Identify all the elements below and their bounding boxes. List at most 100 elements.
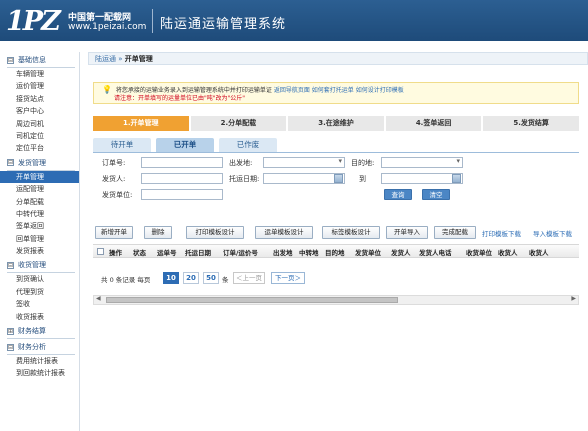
- collapse-icon[interactable]: ⊟: [7, 56, 14, 64]
- print-template-button[interactable]: 打印模板设计: [186, 226, 244, 239]
- dest-select[interactable]: [381, 157, 463, 168]
- print-template-download-link[interactable]: 打印模板下载: [482, 228, 521, 238]
- sidebar-item[interactable]: 司机定位: [0, 130, 79, 142]
- sidebar-section-0[interactable]: ⊟ 基础信息: [0, 52, 79, 68]
- new-order-button[interactable]: 新增开单: [95, 226, 133, 239]
- date-to-label: 到: [359, 175, 366, 183]
- section-divider: [7, 272, 75, 274]
- sidebar-item[interactable]: 签单返回: [0, 220, 79, 232]
- sidebar-section-4[interactable]: ⊟ 财务分析: [0, 339, 79, 356]
- column-header[interactable]: 出发地: [273, 247, 293, 257]
- sidebar-item[interactable]: 回单管理: [0, 233, 79, 245]
- sidebar-item[interactable]: 发货报表: [0, 245, 79, 257]
- sidebar-item[interactable]: 开单管理: [0, 170, 79, 184]
- column-header[interactable]: 收货人: [529, 247, 549, 257]
- collapse-icon[interactable]: ⊟: [7, 159, 14, 167]
- tab-1[interactable]: 已开单: [156, 138, 214, 152]
- sidebar-item[interactable]: 到回款统计报表: [0, 367, 79, 379]
- page-size-10[interactable]: 10: [163, 272, 179, 284]
- workflow-step-4[interactable]: 4.签单返回: [385, 116, 482, 131]
- breadcrumb-parent[interactable]: 陆运通: [95, 55, 116, 63]
- sidebar-item[interactable]: 到货确认: [0, 273, 79, 285]
- expand-icon[interactable]: ⊞: [7, 327, 14, 335]
- column-header[interactable]: 中转地: [299, 247, 319, 257]
- select-all-checkbox[interactable]: [97, 248, 104, 255]
- sender-unit-label: 发货单位:: [102, 191, 133, 199]
- sidebar-section-1[interactable]: ⊟ 发货管理: [0, 155, 79, 171]
- clear-button[interactable]: 清空: [422, 189, 450, 200]
- sidebar-section-title: 基础信息: [18, 56, 46, 64]
- delete-button[interactable]: 删除: [144, 226, 172, 239]
- origin-select[interactable]: [263, 157, 345, 168]
- scroll-right-icon[interactable]: ▶: [571, 295, 576, 302]
- calendar-icon[interactable]: [334, 174, 343, 183]
- sidebar-item[interactable]: 周边司机: [0, 118, 79, 130]
- table-header: 操作 状态 运单号 托运日期 订单/运价号 出发地 中转地 目的地 发货单位 发货人 发货人电话 收货…: [93, 244, 579, 258]
- sidebar-item[interactable]: 车辆管理: [0, 68, 79, 80]
- sidebar-item[interactable]: 代理到货: [0, 286, 79, 298]
- column-header[interactable]: 状态: [133, 247, 146, 257]
- column-header[interactable]: 收货单位: [466, 247, 492, 257]
- ship-date-to[interactable]: [381, 173, 463, 184]
- complete-loading-button[interactable]: 完成配载: [434, 226, 476, 239]
- workflow-step-1[interactable]: 1.开单管理: [93, 116, 189, 131]
- collapse-icon[interactable]: ⊟: [7, 261, 14, 269]
- page-size-20[interactable]: 20: [183, 272, 199, 284]
- order-no-label: 订单号:: [102, 159, 126, 167]
- sidebar-item[interactable]: 定位平台: [0, 142, 79, 154]
- sidebar-item[interactable]: 中转代理: [0, 208, 79, 220]
- sidebar-item[interactable]: 运价管理: [0, 80, 79, 92]
- waybill-template-button[interactable]: 运单模板设计: [255, 226, 313, 239]
- tab-0[interactable]: 待开单: [93, 138, 151, 152]
- import-order-button[interactable]: 开单导入: [386, 226, 428, 239]
- scroll-left-icon[interactable]: ◀: [96, 295, 101, 302]
- column-header[interactable]: 收货人: [498, 247, 518, 257]
- logo-mark: 1PZ: [6, 6, 61, 37]
- sidebar-item[interactable]: 收货报表: [0, 311, 79, 323]
- column-header[interactable]: 托运日期: [185, 247, 211, 257]
- notice-link-template[interactable]: 如何设计打印模板: [356, 87, 404, 94]
- horizontal-scrollbar[interactable]: ◀ ▶: [93, 295, 579, 305]
- order-no-input[interactable]: [141, 157, 223, 168]
- workflow-step-5[interactable]: 5.发货结算: [483, 116, 579, 131]
- sidebar: ⊟ 基础信息车辆管理 运价管理 接货站点 客户中心 周边司机 司机定位 定位平台 ⊟ 发货管理 开单…: [0, 52, 80, 431]
- column-header[interactable]: 订单/运价号: [223, 247, 258, 257]
- section-divider: [7, 169, 75, 171]
- column-header[interactable]: 发货人: [391, 247, 411, 257]
- sidebar-item[interactable]: 接货站点: [0, 93, 79, 105]
- next-page-button[interactable]: 下一页＞: [271, 272, 305, 284]
- column-header[interactable]: 发货人电话: [419, 247, 452, 257]
- column-header[interactable]: 运单号: [157, 247, 177, 257]
- sidebar-item[interactable]: 运配管理: [0, 183, 79, 195]
- sender-unit-input[interactable]: [141, 189, 223, 200]
- lightbulb-icon: 💡: [102, 85, 112, 94]
- ship-date-from[interactable]: [263, 173, 345, 184]
- sidebar-item[interactable]: 分单配载: [0, 196, 79, 208]
- column-header[interactable]: 操作: [109, 247, 122, 257]
- toolbar: 新增开单 删除 打印模板设计 运单模板设计 标签模板设计 开单导入 完成配载 打…: [93, 226, 579, 240]
- sidebar-section-2[interactable]: ⊟ 收货管理: [0, 257, 79, 274]
- sender-label: 发货人:: [102, 175, 126, 183]
- column-header[interactable]: 发货单位: [355, 247, 381, 257]
- scrollbar-thumb[interactable]: [106, 297, 398, 303]
- notice-box: 💡 将您承接的运输业务录入到运输管理系统中并打印运输单证 返回导航页面 如何套打…: [93, 82, 579, 104]
- sidebar-section-3[interactable]: ⊞ 财务结算: [0, 323, 79, 340]
- label-template-button[interactable]: 标签模板设计: [322, 226, 380, 239]
- import-template-download-link[interactable]: 导入模板下载: [533, 228, 572, 238]
- workflow-step-2[interactable]: 2.分单配载: [190, 116, 287, 131]
- calendar-icon[interactable]: [452, 174, 461, 183]
- notice-link-print[interactable]: 如何套打托运单: [312, 87, 354, 94]
- sidebar-item[interactable]: 费用统计报表: [0, 355, 79, 367]
- column-header[interactable]: 目的地: [325, 247, 345, 257]
- prev-page-button[interactable]: ＜上一页: [233, 272, 265, 284]
- workflow-step-3[interactable]: 3.在途维护: [288, 116, 384, 131]
- pager: 共 0 条记录 每页 10 20 50 条 ＜上一页 下一页＞: [93, 272, 579, 288]
- tab-2[interactable]: 已作废: [219, 138, 277, 152]
- query-button[interactable]: 查询: [384, 189, 412, 200]
- collapse-icon[interactable]: ⊟: [7, 343, 14, 351]
- sender-input[interactable]: [141, 173, 223, 184]
- sidebar-item[interactable]: 客户中心: [0, 105, 79, 117]
- sidebar-item[interactable]: 签收: [0, 298, 79, 310]
- page-size-50[interactable]: 50: [203, 272, 219, 284]
- notice-link-nav[interactable]: 返回导航页面: [274, 87, 310, 94]
